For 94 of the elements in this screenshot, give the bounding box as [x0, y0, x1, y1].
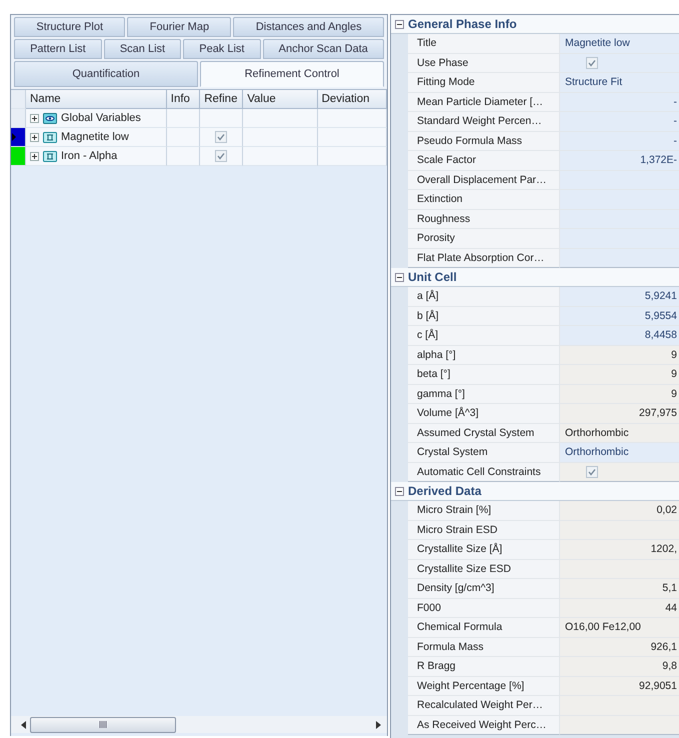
property-value[interactable]: 926,1: [560, 638, 679, 657]
collapse-icon[interactable]: [395, 486, 404, 496]
property-value[interactable]: 8,4458: [560, 326, 679, 346]
property-label: Flat Plate Absorption Cor…: [408, 248, 560, 268]
property-label: a [Å]: [408, 287, 560, 306]
tab[interactable]: Structure Plot: [14, 17, 126, 37]
property-label: Crystallite Size ESD: [408, 560, 560, 579]
property-label: Micro Strain ESD: [408, 520, 560, 540]
property-label: F000: [408, 598, 560, 618]
property-label: R Bragg: [408, 657, 560, 676]
property-label: Extinction: [408, 190, 560, 210]
horizontal-scrollbar[interactable]: [11, 716, 387, 733]
phase-name[interactable]: Global Variables: [61, 112, 141, 124]
property-label: Weight Percentage [%]: [408, 676, 560, 696]
tab[interactable]: Fourier Map: [127, 17, 232, 37]
collapse-icon[interactable]: [395, 272, 404, 282]
property-value[interactable]: [560, 248, 679, 268]
property-label: Automatic Cell Constraints: [408, 462, 560, 482]
property-value[interactable]: 5,9554: [560, 306, 679, 326]
property-label: Micro Strain [%]: [408, 501, 560, 520]
property-value[interactable]: 297,975: [560, 404, 679, 424]
property-label: Formula Mass: [408, 638, 560, 657]
folder-crystal-icon: [43, 150, 57, 162]
property-label: Overall Displacement Par…: [408, 170, 560, 190]
tab[interactable]: Pattern List: [14, 39, 102, 59]
property-value[interactable]: Orthorhombic: [560, 443, 679, 462]
collapse-icon[interactable]: [395, 20, 404, 28]
property-label: Density [g/cm^3]: [408, 579, 560, 598]
property-label: gamma [°]: [408, 384, 560, 404]
property-label: Crystallite Size [Å]: [408, 540, 560, 560]
property-checkbox[interactable]: [586, 56, 598, 69]
property-label: Mean Particle Diameter […: [408, 92, 560, 112]
property-value[interactable]: Structure Fit: [560, 73, 679, 92]
property-value[interactable]: 5,1: [560, 579, 679, 598]
property-label: Recalculated Weight Per…: [408, 696, 560, 716]
property-label: Crystal System: [408, 443, 560, 462]
scrollbar-thumb[interactable]: [30, 716, 176, 732]
folder-crystal-icon: [43, 131, 57, 143]
property-value[interactable]: -: [560, 132, 679, 151]
property-label: beta [°]: [408, 365, 560, 384]
expand-icon[interactable]: [30, 132, 39, 142]
property-value[interactable]: 0,02: [560, 501, 679, 520]
tab[interactable]: Peak List: [183, 39, 261, 59]
scroll-right-icon[interactable]: [376, 720, 381, 728]
tab[interactable]: Scan List: [104, 39, 182, 59]
property-label: As Received Weight Perc…: [408, 716, 560, 735]
phase-name[interactable]: Magnetite low: [61, 131, 129, 143]
property-label: Fitting Mode: [408, 73, 560, 92]
property-label: Porosity: [408, 229, 560, 248]
property-value[interactable]: 9,8: [560, 657, 679, 676]
section-title: Derived Data: [408, 484, 482, 498]
scroll-left-icon[interactable]: [21, 720, 26, 728]
tab[interactable]: Anchor Scan Data: [262, 39, 384, 59]
refine-checkbox[interactable]: [214, 131, 227, 143]
property-value[interactable]: [560, 716, 679, 735]
property-label: c [Å]: [408, 326, 560, 346]
property-value[interactable]: Orthorhombic: [560, 424, 679, 443]
property-value[interactable]: -: [560, 92, 679, 112]
property-value[interactable]: -: [560, 112, 679, 132]
property-value[interactable]: 9: [560, 346, 679, 365]
property-value[interactable]: O16,00 Fe12,00: [560, 618, 679, 638]
property-label: Use Phase: [408, 54, 560, 73]
section-title: General Phase Info: [408, 17, 517, 31]
property-value[interactable]: 92,9051: [560, 676, 679, 696]
property-label: Standard Weight Percen…: [408, 112, 560, 132]
table-cell: [318, 147, 387, 166]
property-value[interactable]: 9: [560, 384, 679, 404]
property-value[interactable]: 1,372E-: [560, 151, 679, 170]
section-title: Unit Cell: [408, 270, 457, 284]
expand-icon[interactable]: [30, 114, 39, 122]
property-label: b [Å]: [408, 306, 560, 326]
tab[interactable]: Quantification: [14, 61, 198, 87]
property-value[interactable]: 1202,: [560, 540, 679, 560]
phase-name[interactable]: Iron - Alpha: [61, 150, 118, 162]
property-value[interactable]: 9: [560, 365, 679, 384]
property-value[interactable]: [560, 462, 679, 482]
tab[interactable]: Refinement Control: [200, 61, 384, 87]
property-label: Pseudo Formula Mass: [408, 132, 560, 151]
tab[interactable]: Distances and Angles: [233, 17, 384, 37]
folder-eye-icon: [43, 112, 57, 124]
property-label: Volume [Å^3]: [408, 404, 560, 424]
property-label: Scale Factor: [408, 151, 560, 170]
current-row-icon: [12, 133, 16, 141]
property-value[interactable]: Magnetite low: [560, 34, 679, 54]
property-value[interactable]: 44: [560, 598, 679, 618]
property-checkbox[interactable]: [586, 466, 598, 478]
property-label: Title: [408, 34, 560, 54]
property-label: Chemical Formula: [408, 618, 560, 638]
property-label: alpha [°]: [408, 346, 560, 365]
refine-checkbox[interactable]: [214, 150, 227, 162]
property-value[interactable]: 5,9241: [560, 287, 679, 306]
property-label: Assumed Crystal System: [408, 424, 560, 443]
property-label: Roughness: [408, 210, 560, 229]
expand-icon[interactable]: [30, 152, 39, 160]
